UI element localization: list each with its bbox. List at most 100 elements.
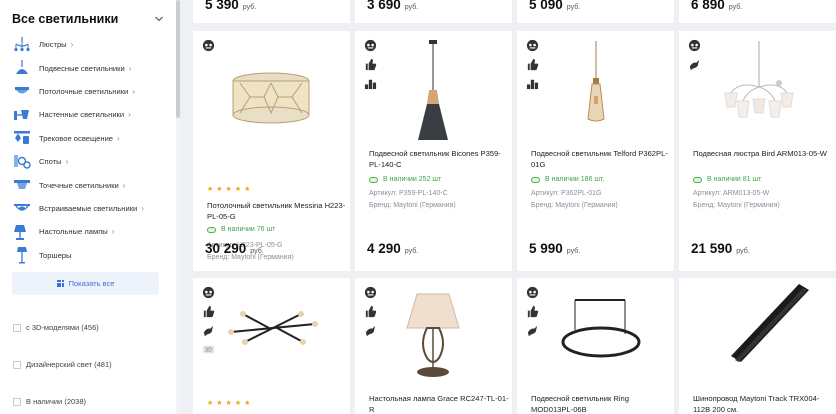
- product-name[interactable]: Шинопровод Maytoni Track TRX004-112B 200…: [693, 393, 833, 414]
- filter-label: В наличии (2038): [26, 397, 87, 406]
- thumbs-up-icon[interactable]: [201, 304, 215, 318]
- sidebar-item-wall[interactable]: Настенные светильники ›: [0, 103, 180, 126]
- 3d-label-icon[interactable]: 3D: [201, 342, 215, 356]
- thumbs-up-icon[interactable]: [525, 57, 539, 71]
- ranking-icon[interactable]: [363, 76, 377, 90]
- floor-lamp-icon: [12, 246, 32, 264]
- filter-checkbox[interactable]: [13, 323, 21, 332]
- chevron-down-icon[interactable]: [154, 14, 164, 24]
- stock-text: В наличии 76 шт: [221, 226, 276, 233]
- sidebar-item-label: Люстры: [39, 40, 67, 50]
- product-name[interactable]: Подвесной светильник Telford P362PL-01G: [531, 148, 671, 170]
- 3d-model-icon[interactable]: [201, 38, 215, 52]
- scrollbar-thumb[interactable]: [176, 0, 180, 118]
- sidebar-item-label: Споты: [39, 157, 62, 167]
- product-price: 3 690: [367, 0, 401, 12]
- 3d-model-icon[interactable]: [201, 285, 215, 299]
- product-image[interactable]: [223, 308, 323, 348]
- rating-stars: ★★★★★: [207, 400, 254, 407]
- product-image[interactable]: [405, 292, 461, 384]
- sidebar-item-label: Встраиваемые светильники: [39, 203, 138, 213]
- price-row: 5 390 руб.: [205, 0, 256, 12]
- product-card[interactable]: 6 890 руб.: [679, 0, 836, 23]
- thumbs-up-icon[interactable]: [363, 304, 377, 318]
- product-brand: Бренд: Maytoni (Германия): [531, 202, 618, 209]
- product-name[interactable]: Потолочный светильник Messina H223-PL-05…: [207, 200, 347, 222]
- category-sidebar: Все светильники Люстры › Подвесные светил…: [0, 0, 180, 414]
- thumbs-up-icon[interactable]: [525, 304, 539, 318]
- product-image[interactable]: [230, 69, 312, 131]
- product-card[interactable]: Настольная лампа Grace RC247-TL-01-R: [355, 278, 512, 414]
- product-badges: [525, 38, 539, 90]
- 3d-model-icon[interactable]: [525, 38, 539, 52]
- bird-icon[interactable]: [363, 323, 377, 337]
- sidebar-item-point[interactable]: Точечные светильники ›: [0, 173, 180, 196]
- sidebar-item-floor[interactable]: Торшеры: [0, 244, 180, 267]
- product-card[interactable]: Подвесная люстра Bird ARM013-05-W В нали…: [679, 31, 836, 271]
- filter-3d-models[interactable]: с 3D-моделями (456): [13, 323, 99, 332]
- product-price: 21 590: [691, 241, 733, 256]
- product-image[interactable]: [719, 282, 819, 366]
- currency: руб.: [566, 248, 581, 255]
- product-card[interactable]: Шинопровод Maytoni Track TRX004-112B 200…: [679, 278, 836, 414]
- sidebar-item-spots[interactable]: Споты ›: [0, 150, 180, 173]
- product-card[interactable]: 3 690 руб.: [355, 0, 512, 23]
- price-row: 5 990 руб.: [529, 241, 580, 256]
- show-all-button[interactable]: Показать все: [12, 272, 159, 295]
- bird-icon[interactable]: [525, 323, 539, 337]
- product-badges: [525, 285, 539, 337]
- 3d-model-icon[interactable]: [525, 285, 539, 299]
- product-image[interactable]: [582, 41, 610, 125]
- chevron-right-icon: ›: [65, 157, 69, 167]
- pendant-lamp-icon: [12, 59, 32, 77]
- sidebar-item-pendant[interactable]: Подвесные светильники ›: [0, 56, 180, 79]
- product-card[interactable]: 5 390 руб.: [193, 0, 350, 23]
- product-card[interactable]: Подвесной светильник Telford P362PL-01G …: [517, 31, 674, 271]
- 3d-model-icon[interactable]: [687, 38, 701, 52]
- in-stock-icon: [207, 226, 216, 233]
- thumbs-up-icon[interactable]: [363, 57, 377, 71]
- bird-icon[interactable]: [201, 323, 215, 337]
- sidebar-item-label: Точечные светильники: [39, 180, 119, 190]
- stock-status: В наличии 252 шт: [369, 176, 441, 183]
- 3d-label-text: 3D: [204, 347, 211, 353]
- product-name[interactable]: Подвесной светильник Bicones P359-PL-140…: [369, 148, 509, 170]
- product-name[interactable]: Подвесной светильник Ring MOD013PL-06B: [531, 393, 671, 414]
- sidebar-scrollbar[interactable]: [176, 0, 180, 414]
- filter-checkbox[interactable]: [13, 360, 21, 369]
- product-image[interactable]: [555, 294, 645, 374]
- product-card[interactable]: Подвесной светильник Ring MOD013PL-06B: [517, 278, 674, 414]
- product-price: 5 390: [205, 0, 239, 12]
- chevron-right-icon: ›: [122, 180, 126, 190]
- ranking-icon[interactable]: [525, 76, 539, 90]
- product-name[interactable]: Подвесная люстра Bird ARM013-05-W: [693, 148, 833, 159]
- price-row: 4 290 руб.: [367, 241, 418, 256]
- sidebar-item-label: Настенные светильники: [39, 110, 125, 120]
- in-stock-icon: [369, 176, 378, 183]
- product-card[interactable]: 5 090 руб.: [517, 0, 674, 23]
- product-card[interactable]: Подвесной светильник Bicones P359-PL-140…: [355, 31, 512, 271]
- price-row: 21 590 руб.: [691, 241, 750, 256]
- product-image[interactable]: [412, 40, 454, 148]
- filter-checkbox[interactable]: [13, 397, 21, 406]
- sidebar-header[interactable]: Все светильники: [12, 10, 164, 28]
- sidebar-item-chandeliers[interactable]: Люстры ›: [0, 33, 180, 56]
- product-name[interactable]: Настольная лампа Grace RC247-TL-01-R: [369, 393, 509, 414]
- bird-icon[interactable]: [687, 57, 701, 71]
- 3d-model-icon[interactable]: [363, 285, 377, 299]
- product-image[interactable]: [719, 41, 799, 137]
- stock-status: В наличии 81 шт: [693, 176, 761, 183]
- product-price: 4 290: [367, 241, 401, 256]
- product-card[interactable]: ★★★★★ Потолочный светильник Messina H223…: [193, 31, 350, 271]
- sidebar-item-desk[interactable]: Настольные лампы ›: [0, 220, 180, 243]
- currency: руб.: [566, 4, 581, 11]
- currency: руб.: [250, 248, 264, 255]
- 3d-model-icon[interactable]: [363, 38, 377, 52]
- filter-in-stock[interactable]: В наличии (2038): [13, 397, 86, 406]
- sidebar-item-recessed[interactable]: Встраиваемые светильники ›: [0, 197, 180, 220]
- chevron-right-icon: ›: [132, 86, 135, 96]
- sidebar-item-track[interactable]: Трековое освещение ›: [0, 127, 180, 150]
- filter-designer-light[interactable]: Дизайнерский свет (481): [13, 360, 112, 369]
- sidebar-item-ceiling[interactable]: Потолочные светильники ›: [0, 80, 180, 103]
- product-card[interactable]: 3D ★★★★★: [193, 278, 350, 414]
